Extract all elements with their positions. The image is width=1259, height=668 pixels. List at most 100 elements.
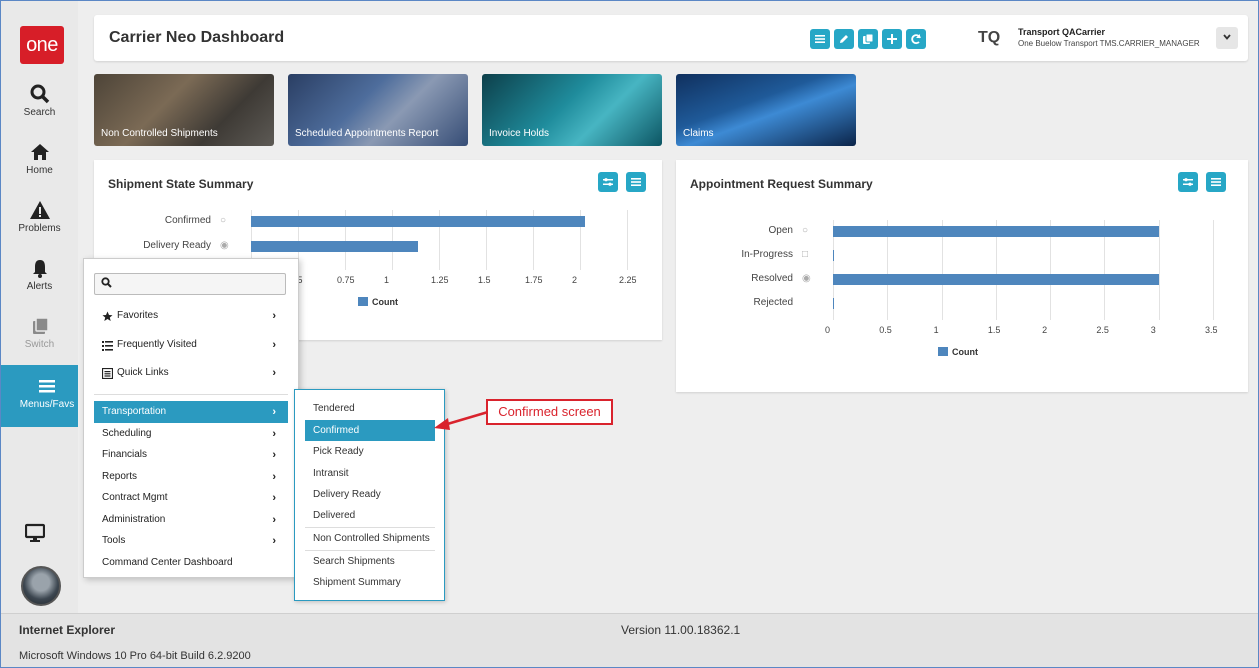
transportation-submenu: Tendered Confirmed Pick Ready Intransit … xyxy=(294,389,445,601)
menu-command-center-dashboard[interactable]: Command Center Dashboard xyxy=(94,552,288,574)
menu-financials[interactable]: Financials › xyxy=(94,444,288,466)
tile-scheduled-appointments-report[interactable]: Scheduled Appointments Report xyxy=(288,74,468,146)
copy-icon xyxy=(863,33,874,44)
nav-label: Home xyxy=(26,165,53,176)
menu-administration[interactable]: Administration › xyxy=(94,509,288,531)
chart-bar[interactable] xyxy=(251,241,419,252)
chevron-right-icon: › xyxy=(272,535,276,547)
nav-alerts[interactable]: Alerts xyxy=(1,257,78,315)
x-tick-label: 1 xyxy=(933,325,939,335)
user-menu-dropdown[interactable] xyxy=(1216,27,1238,49)
quick-links-icon xyxy=(102,368,113,379)
left-nav: one Search Home Problems Alerts Switch M… xyxy=(1,1,93,613)
menu-scheduling[interactable]: Scheduling › xyxy=(94,423,288,445)
menu-label: Administration xyxy=(102,514,166,525)
menu-label: Reports xyxy=(102,471,138,482)
menu-reports[interactable]: Reports › xyxy=(94,466,288,488)
chart-bar[interactable] xyxy=(833,250,834,261)
panel-title: Appointment Request Summary xyxy=(690,177,873,191)
menu-quick-links[interactable]: Quick Links › xyxy=(94,362,288,384)
chevron-down-icon xyxy=(1223,34,1231,40)
copy-button[interactable] xyxy=(858,29,878,49)
submenu-intransit[interactable]: Intransit xyxy=(305,463,435,484)
x-tick-label: 1.5 xyxy=(987,325,1001,335)
menu-search-input[interactable] xyxy=(94,273,286,295)
chevron-right-icon: › xyxy=(272,492,276,504)
nav-home[interactable]: Home xyxy=(1,141,78,199)
gridline xyxy=(1213,220,1214,320)
y-category-label: Delivery Ready xyxy=(143,240,211,251)
list-view-button[interactable] xyxy=(810,29,830,49)
submenu-tendered[interactable]: Tendered xyxy=(305,398,435,419)
user-avatar[interactable] xyxy=(21,566,61,606)
chart-bar[interactable] xyxy=(833,274,1159,285)
menu-divider xyxy=(94,394,288,395)
edit-button[interactable] xyxy=(834,29,854,49)
submenu-non-controlled-shipments[interactable]: Non Controlled Shipments xyxy=(305,528,435,549)
menu-transportation[interactable]: Transportation › xyxy=(94,401,288,423)
warning-icon xyxy=(29,201,50,219)
submenu-pick-ready[interactable]: Pick Ready xyxy=(305,441,435,462)
x-tick-label: 2.25 xyxy=(619,275,637,285)
chevron-right-icon: › xyxy=(272,428,276,440)
nav-search[interactable]: Search xyxy=(1,83,78,141)
list-icon xyxy=(1211,178,1221,186)
panel-menu-button[interactable] xyxy=(626,172,646,192)
chevron-right-icon: › xyxy=(272,367,276,379)
nav-problems[interactable]: Problems xyxy=(1,199,78,257)
panel-settings-button[interactable] xyxy=(1178,172,1198,192)
os-info: Microsoft Windows 10 Pro 64-bit Build 6.… xyxy=(19,650,251,662)
menu-contract-mgmt[interactable]: Contract Mgmt › xyxy=(94,487,288,509)
submenu-search-shipments[interactable]: Search Shipments xyxy=(305,551,435,572)
menu-frequently-visited[interactable]: Frequently Visited › xyxy=(94,334,288,356)
search-icon xyxy=(101,277,112,291)
panel-settings-button[interactable] xyxy=(598,172,618,192)
chart-legend[interactable]: Count xyxy=(938,347,978,357)
sliders-icon xyxy=(1183,178,1193,186)
submenu-delivery-ready[interactable]: Delivery Ready xyxy=(305,484,435,505)
tile-claims[interactable]: Claims xyxy=(676,74,856,146)
tile-label: Scheduled Appointments Report xyxy=(295,128,439,139)
one-logo[interactable]: one xyxy=(20,26,64,64)
nav-label: Problems xyxy=(18,223,61,234)
list-icon xyxy=(102,341,113,351)
panel-menu-button[interactable] xyxy=(1206,172,1226,192)
list-icon xyxy=(815,35,825,43)
legend-label: Count xyxy=(952,347,978,357)
chevron-right-icon: › xyxy=(272,449,276,461)
submenu-delivered[interactable]: Delivered xyxy=(305,505,435,526)
monitor-icon[interactable] xyxy=(24,523,46,546)
tile-non-controlled-shipments[interactable]: Non Controlled Shipments xyxy=(94,74,274,146)
dashboard-header: Carrier Neo Dashboard TQ Transport QACar… xyxy=(94,15,1248,61)
legend-swatch xyxy=(938,347,948,356)
submenu-shipment-summary[interactable]: Shipment Summary xyxy=(305,572,435,593)
chart-legend[interactable]: Count xyxy=(358,297,398,307)
y-category-label: Resolved xyxy=(751,273,793,284)
refresh-button[interactable] xyxy=(906,29,926,49)
browser-name: Internet Explorer xyxy=(19,623,116,637)
menu-label: Contract Mgmt xyxy=(102,492,168,503)
menu-label: Tools xyxy=(102,535,126,546)
menu-favorites[interactable]: Favorites › xyxy=(94,305,288,327)
menu-tools[interactable]: Tools › xyxy=(94,530,288,552)
x-tick-label: 3.5 xyxy=(1205,325,1218,335)
legend-swatch xyxy=(358,297,368,306)
chart-bar[interactable] xyxy=(833,298,834,309)
switch-icon xyxy=(32,317,49,334)
step-status-icon: ○ xyxy=(220,215,227,226)
menu-label: Quick Links xyxy=(117,367,169,378)
user-initials[interactable]: TQ xyxy=(978,29,1000,47)
chart-bar[interactable] xyxy=(251,216,586,227)
chevron-right-icon: › xyxy=(272,406,276,418)
user-name: Transport QACarrier xyxy=(1018,27,1106,37)
star-icon xyxy=(102,311,113,321)
tile-invoice-holds[interactable]: Invoice Holds xyxy=(482,74,662,146)
add-button[interactable] xyxy=(882,29,902,49)
refresh-icon xyxy=(911,34,921,45)
chart-bar[interactable] xyxy=(833,226,1159,237)
submenu-confirmed[interactable]: Confirmed xyxy=(305,420,435,441)
legend-label: Count xyxy=(372,297,398,307)
x-tick-label: 0 xyxy=(825,325,831,335)
y-category-label: In-Progress xyxy=(741,249,793,260)
y-category-label: Confirmed xyxy=(164,215,211,226)
